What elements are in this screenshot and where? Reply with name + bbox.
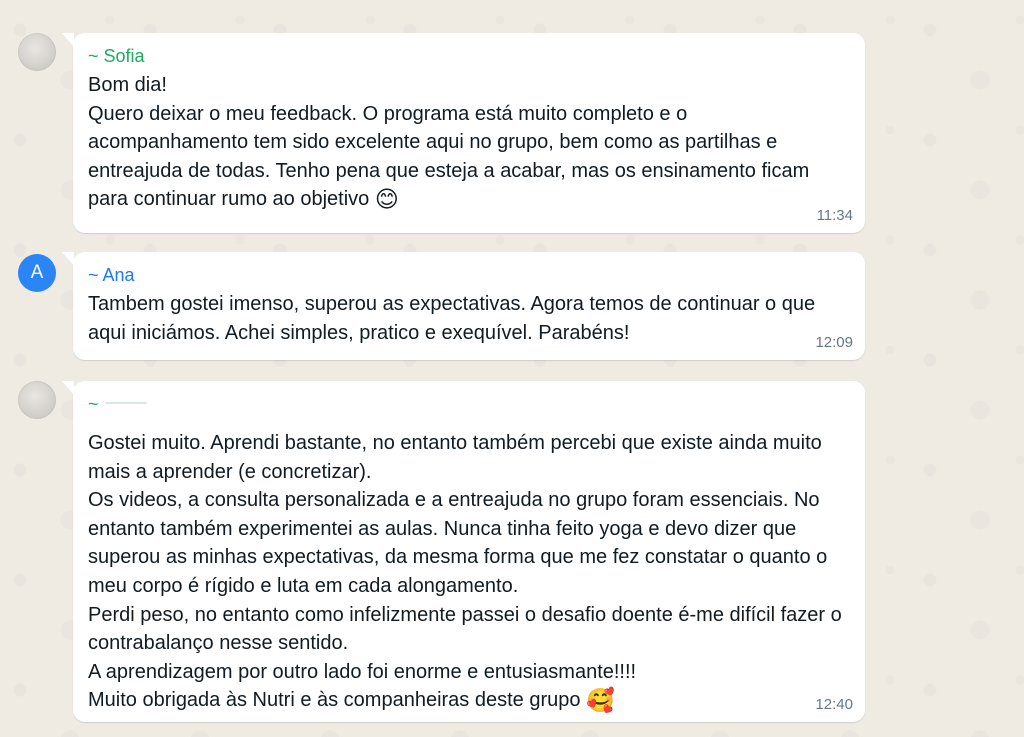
sender-name-text: ~ bbox=[88, 394, 99, 414]
message-timestamp: 12:40 bbox=[815, 696, 853, 713]
sender-name[interactable]: ~ Ana bbox=[88, 264, 847, 286]
message-bubble-ana[interactable]: ~ Ana Tambem gostei imenso, superou as e… bbox=[62, 252, 865, 360]
smiling-face-emoji: 😊 bbox=[374, 186, 399, 213]
message-bubble-sofia[interactable]: ~ Sofia Bom dia! Quero deixar o meu feed… bbox=[62, 33, 865, 233]
sender-name[interactable]: ~ bbox=[88, 393, 847, 415]
message-text-content: Gostei muito. Aprendi bastante, no entan… bbox=[88, 432, 842, 712]
avatar-member[interactable] bbox=[18, 381, 56, 419]
message-text: Gostei muito. Aprendi bastante, no entan… bbox=[88, 429, 847, 715]
message-bubble-member[interactable]: ~ Gostei muito. Aprendi bastante, no ent… bbox=[62, 381, 865, 722]
sender-name[interactable]: ~ Sofia bbox=[88, 45, 847, 67]
avatar-sofia[interactable] bbox=[18, 33, 56, 71]
redacted-name bbox=[104, 402, 147, 404]
smiling-face-with-hearts-emoji: 🥰 bbox=[586, 687, 615, 714]
message-timestamp: 11:34 bbox=[816, 207, 853, 224]
message-timestamp: 12:09 bbox=[815, 334, 853, 351]
message-text: Tambem gostei imenso, superou as expecta… bbox=[88, 293, 821, 344]
avatar-ana[interactable]: A bbox=[18, 254, 56, 292]
message-text-content: Bom dia! Quero deixar o meu feedback. O … bbox=[88, 74, 810, 211]
avatar-initial: A bbox=[30, 262, 44, 283]
message-text: Bom dia! Quero deixar o meu feedback. O … bbox=[88, 71, 847, 214]
